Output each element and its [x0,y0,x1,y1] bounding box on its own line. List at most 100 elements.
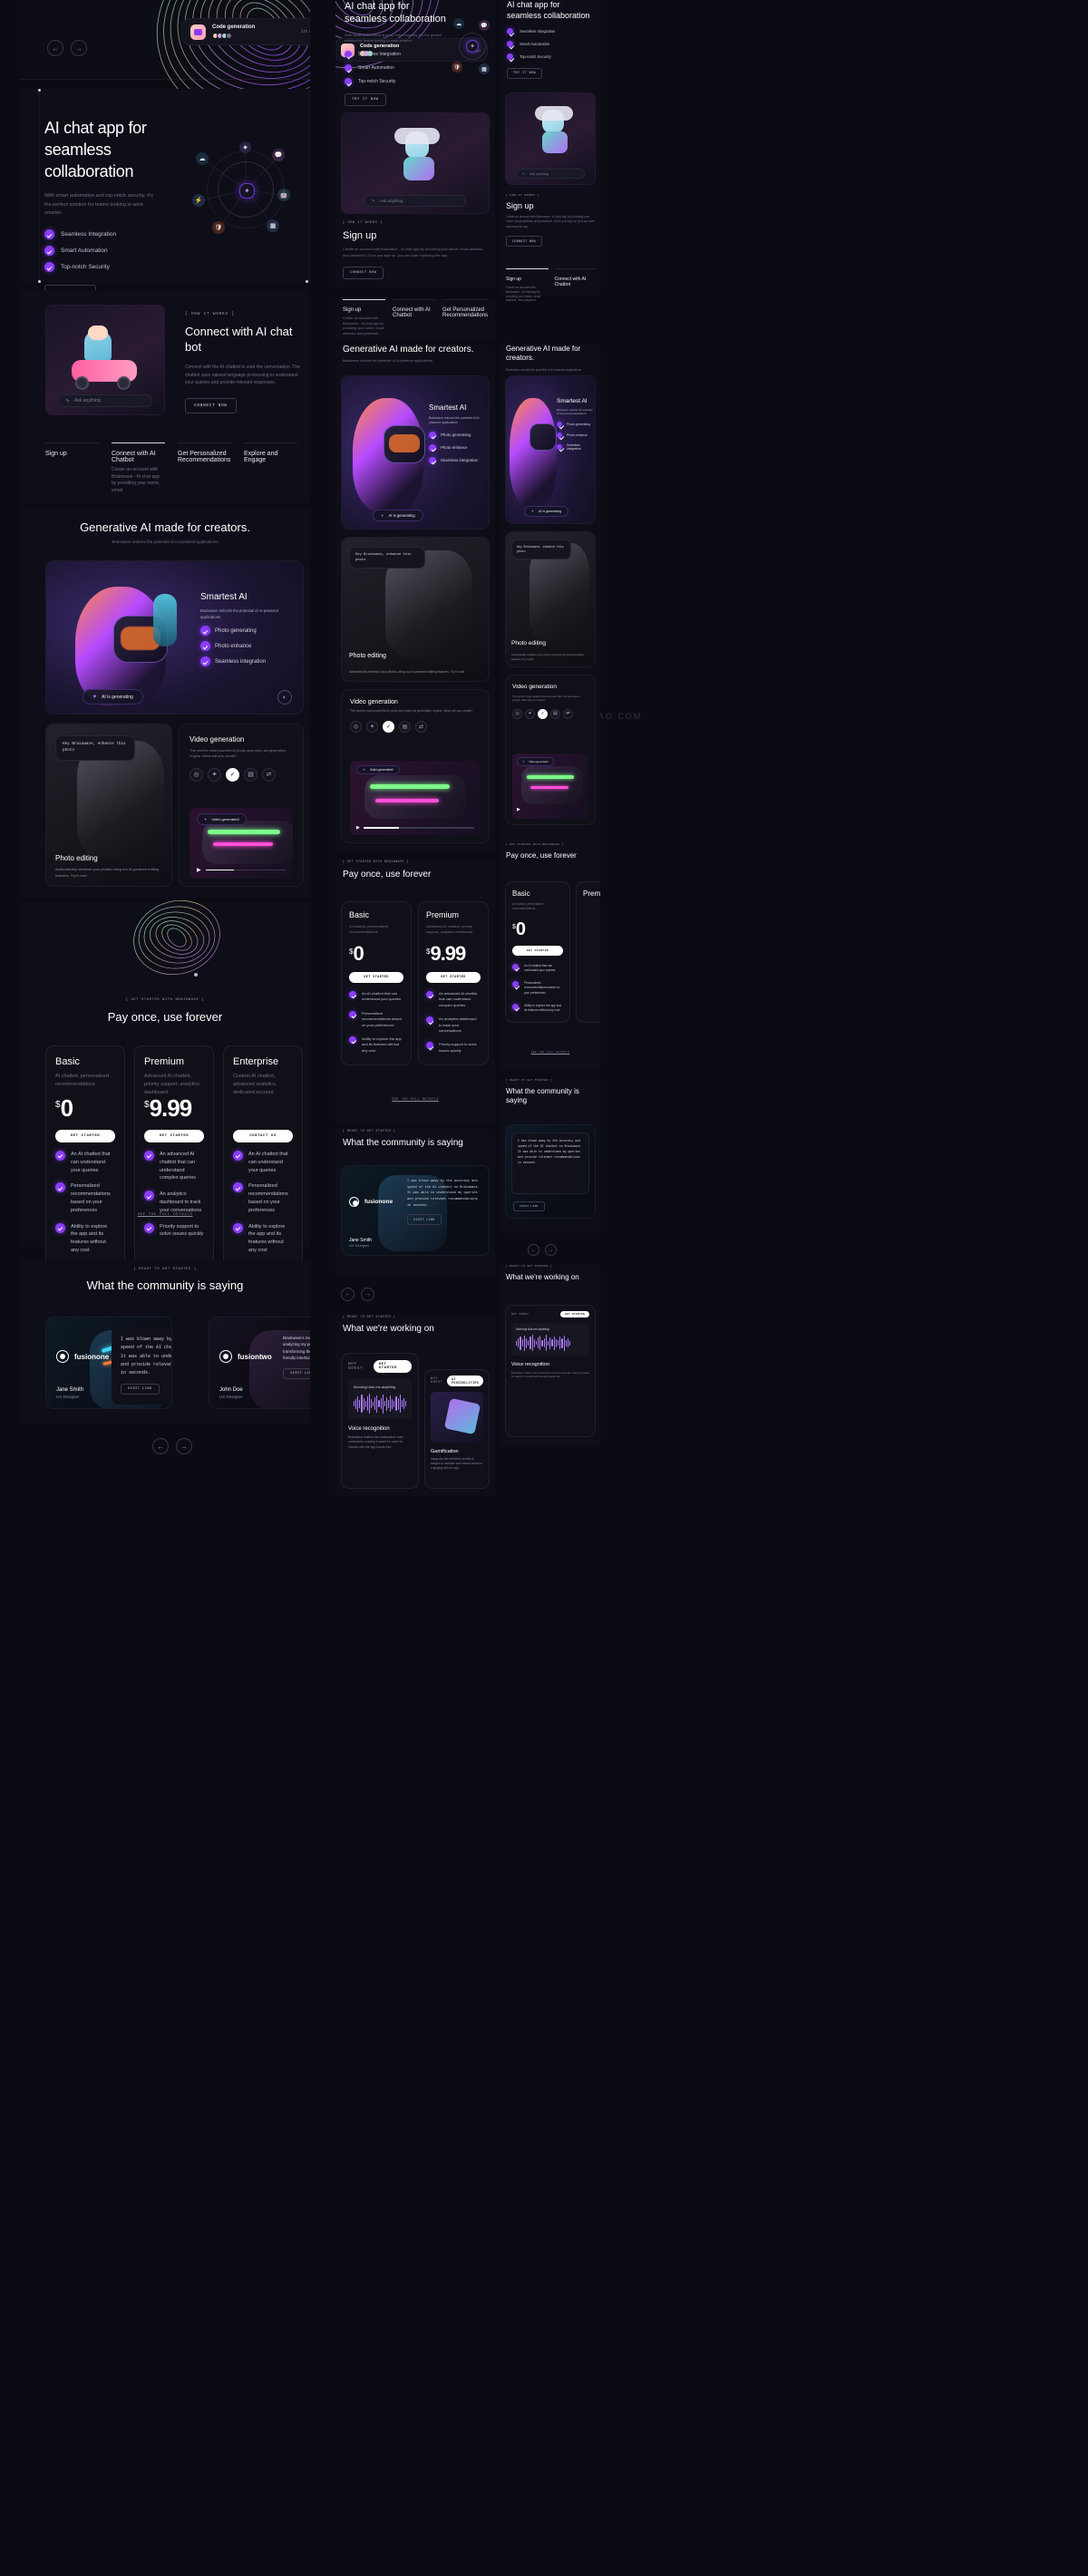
plan-cta-button[interactable]: Get started [55,1130,115,1142]
chatbot-input[interactable]: ✎ Ask anything [58,394,152,407]
testimonial-link-button[interactable]: Visit link [283,1367,310,1379]
plan-cta-button[interactable]: Get started [426,972,481,983]
check-icon[interactable]: ✓ [538,708,548,719]
step-tab-1[interactable]: Connect with AI Chatbot [393,299,435,337]
community-eyebrow: [ Ready to get started ] [343,1129,396,1132]
next-arrow-icon[interactable]: → [71,40,87,56]
pricing-card-enterprise[interactable]: Enterprise Custom AI chatbot, advanced a… [223,1045,303,1269]
photo-editing-bubble: Hey Brainwave, enhance this photo [55,735,135,761]
share-icon[interactable]: ⇄ [563,708,573,719]
next-arrow-icon[interactable]: → [545,1244,557,1256]
working-card-1[interactable]: Why does? Ai possibilities Gamification … [424,1369,490,1489]
prev-arrow-icon[interactable]: ← [528,1244,539,1256]
check-icon [349,991,356,998]
step-tab-0[interactable]: Sign up Create an account with Brainwave… [506,268,549,303]
video-generation-card[interactable]: Video generation The world's most powerf… [505,675,596,825]
video-preview[interactable]: ✦ Video generated! ▶ [350,761,481,835]
video-icon[interactable]: ▤ [399,721,411,734]
plan-cta-button[interactable]: Get started [144,1130,204,1142]
notification-card[interactable]: Code generation 1m ago [181,18,310,45]
pricing-card-basic[interactable]: Basic AI chatbot, personalized recommend… [45,1045,125,1269]
share-icon[interactable]: ⇄ [262,767,276,782]
see-full-details-link[interactable]: See the full details [531,1051,570,1054]
chatbot-cta-button[interactable]: Connect now [185,398,237,414]
play-icon[interactable]: ▶ [197,867,201,873]
testimonial-role: UX Designer [56,1395,80,1399]
sparkle-icon: ✦ [204,817,208,821]
play-icon[interactable]: ▶ [356,825,360,831]
photo-icon[interactable]: ◎ [350,721,362,734]
working-button[interactable]: Get started [559,1311,589,1317]
working-button[interactable]: Get started [373,1360,412,1373]
step-tab-2[interactable]: Get Personalized Recommendations [178,442,231,494]
working-button[interactable]: Ai possibilities [447,1375,483,1386]
video-generation-card[interactable]: Video generation The world's most powerf… [341,689,490,843]
hero-cta-button[interactable]: Try it now [345,93,386,107]
signup-cta-button[interactable]: Connect now [506,236,542,248]
share-icon[interactable]: ⇄ [415,721,427,734]
testimonial-card-1[interactable]: fusiontwo John Doe UX Designer Brainwave… [209,1317,310,1409]
video-icon[interactable]: ▤ [550,708,560,719]
video-generation-card[interactable]: Video generation The world's most powerf… [179,724,304,887]
signup-cta-button[interactable]: Connect now [343,266,384,279]
sparkle-icon[interactable]: ✦ [366,721,378,734]
pricing-card-basic[interactable]: Basic AI chatbot, personalized recommend… [505,881,570,1023]
step-tab-1[interactable]: Connect with AI Chatbot [554,268,597,303]
check-icon[interactable]: ✓ [383,721,394,734]
next-arrow-icon[interactable]: → [176,1438,192,1454]
smartest-ai-card[interactable]: Smartest AI Brainwave unlocks the potent… [341,375,490,530]
testimonial-link-button[interactable]: Visit link [407,1214,442,1226]
hero-cta-button[interactable]: Try it now [507,68,543,80]
photo-editing-card[interactable]: Hey Brainwave, enhance this photo Photo … [45,724,172,887]
step-tab-1[interactable]: Connect with AI Chatbot Create an accoun… [112,442,165,494]
sparkle-icon[interactable]: ✦ [525,708,535,719]
chatbot-input[interactable]: ✎ Ask anything [516,169,585,179]
testimonial-card-0[interactable]: fusionone Jane Smith UX Designer I was b… [45,1317,172,1409]
smartest-ai-card[interactable]: Smartest AI Brainwave unlocks the potent… [45,560,304,714]
prev-arrow-icon[interactable]: ← [152,1438,169,1454]
video-icon[interactable]: ▤ [244,767,257,782]
pricing-card-premium[interactable]: Premium [576,881,600,1023]
sparkle-icon[interactable]: ✦ [208,767,221,782]
photo-icon[interactable]: ◎ [189,767,203,782]
testimonial-card-0[interactable]: fusionone Jane Smith UX Designer I was b… [341,1165,490,1256]
testimonial-card-0[interactable]: I was blown away by the accuracy and spe… [505,1124,596,1219]
step-tab-0[interactable]: Sign up [45,442,99,494]
photo-editing-card[interactable]: Hey Brainwave, enhance this photo Photo … [505,531,596,667]
prev-arrow-icon[interactable]: ← [47,40,63,56]
photo-editing-card[interactable]: Hey Brainwave, enhance this photo Photo … [341,537,490,682]
plan-feature: Priority support to solve issues quickly [144,1222,204,1239]
testimonial-link-button[interactable]: Visit link [513,1201,545,1211]
check-icon[interactable]: ✓ [226,767,239,782]
play-icon[interactable]: ▶ [517,807,520,812]
plan-amount: 0 [515,919,526,939]
tablet-steps: Sign up Create an account with Brainwave… [335,299,495,341]
plan-cta-button[interactable]: Contact us [233,1130,293,1142]
step-tab-0[interactable]: Sign up Create an account with Brainwave… [343,299,385,337]
video-scrubber[interactable]: ▶ [356,825,474,831]
next-arrow-icon[interactable]: → [361,1288,374,1301]
step-tab-2[interactable]: Get Personalized Recommendations [442,299,488,337]
pricing-card-premium[interactable]: Premium Advanced AI chatbot, priority su… [134,1045,214,1269]
video-generation-desc: The world's most powerful AI photo and v… [350,709,473,713]
see-full-details-link[interactable]: See the full details [392,1098,439,1102]
pricing-card-basic[interactable]: Basic AI chatbot, personalized recommend… [341,901,412,1066]
notification-card[interactable]: Code generation 1m ago [335,38,488,62]
step-tab-3[interactable]: Explore and Engage [244,442,297,494]
plan-cta-button[interactable]: Get started [512,946,563,956]
network-node-bot: 🤖 [277,189,290,201]
see-full-details-link[interactable]: See the full details [138,1213,193,1217]
pricing-card-premium[interactable]: Premium Advanced AI chatbot, priority su… [418,901,489,1066]
video-scrubber[interactable]: ▶ [197,867,286,873]
plan-cta-button[interactable]: Get started [349,972,403,983]
chatbot-input[interactable]: ✎ Ask anything [364,195,466,207]
smartest-ai-card[interactable]: Smartest AI Brainwave unlocks the potent… [505,375,596,524]
video-preview[interactable]: ✦ Video generated! ▶ [512,753,588,819]
community-section: [ Ready to get started ] What the commun… [20,1260,310,1424]
prev-arrow-icon[interactable]: ← [341,1288,355,1301]
photo-icon[interactable]: ◎ [512,708,522,719]
working-card-0[interactable]: Why does? Get started Morning! Ask me an… [341,1353,419,1489]
testimonial-link-button[interactable]: Visit link [121,1384,160,1395]
working-card-0[interactable]: Why does? Get started Morning! Ask me an… [505,1305,596,1437]
video-preview[interactable]: ✦ Video generated! ▶ [189,808,293,879]
